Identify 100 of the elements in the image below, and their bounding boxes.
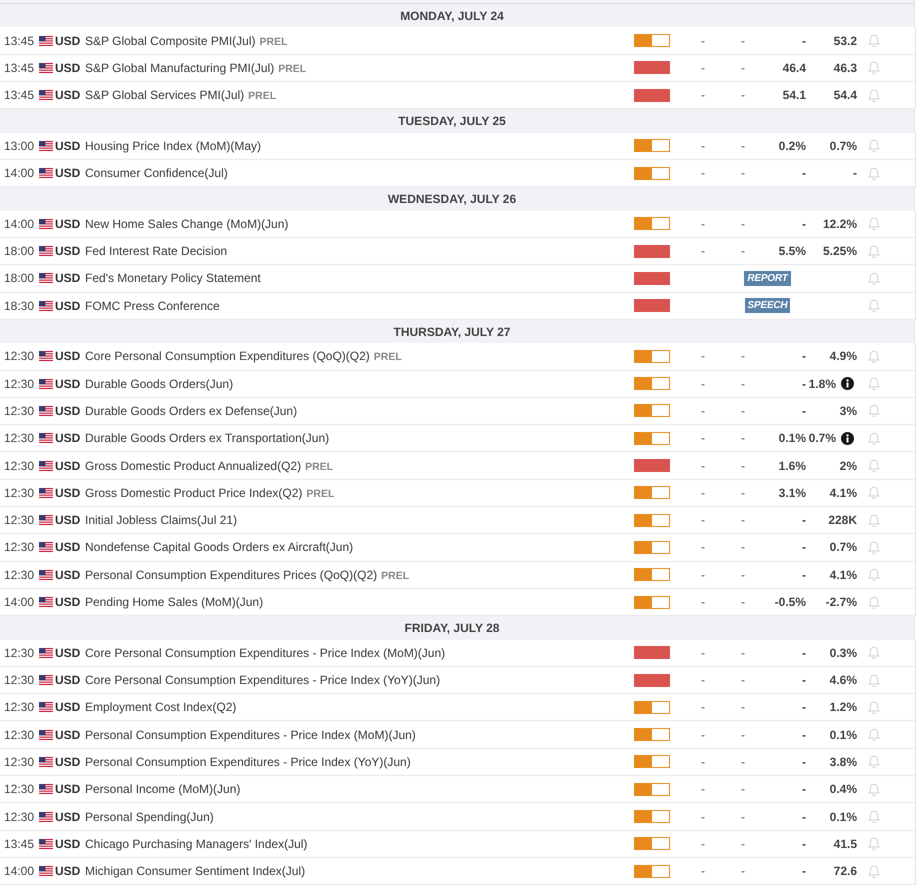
currency-label: USD bbox=[55, 864, 82, 878]
currency-label: USD bbox=[55, 754, 82, 769]
value-cell-text: - bbox=[700, 728, 706, 742]
flag-icon bbox=[39, 866, 53, 876]
event-title[interactable]: Michigan Consumer Sentiment Index(Jul) bbox=[85, 864, 306, 878]
event-title[interactable]: Chicago Purchasing Managers' Index(Jul) bbox=[85, 836, 308, 851]
bell-icon[interactable] bbox=[868, 596, 880, 609]
bell-icon[interactable] bbox=[868, 486, 880, 500]
event-title[interactable]: Fed Interest Rate Decision bbox=[85, 244, 228, 258]
event-title[interactable]: Nondefense Capital Goods Orders ex Aircraft(Jun) bbox=[85, 540, 354, 554]
value-cell: -2.7% bbox=[826, 595, 857, 610]
value-cell: 0.4% bbox=[830, 782, 857, 796]
event-title[interactable]: Durable Goods Orders(Jun) bbox=[85, 376, 234, 391]
value-cell-text: - bbox=[700, 458, 706, 473]
time-label: 12:30 bbox=[4, 754, 36, 769]
bell-icon[interactable] bbox=[868, 674, 880, 687]
time-label: 12:30 bbox=[4, 646, 36, 660]
value-cell: 1.2% bbox=[830, 700, 857, 714]
value-cell-text: - bbox=[700, 513, 706, 528]
bell-icon[interactable] bbox=[868, 837, 880, 850]
value-cell: 0.3% bbox=[830, 646, 857, 660]
event-title[interactable]: Gross Domestic Product Price Index(Q2) bbox=[85, 486, 302, 500]
value-cell-text: 0.2% bbox=[778, 138, 806, 153]
time-label: 12:30 bbox=[4, 540, 36, 554]
bell-icon[interactable] bbox=[868, 404, 880, 418]
event-type-badge: REPORT bbox=[744, 270, 791, 286]
bell-icon[interactable] bbox=[868, 217, 880, 230]
bell-icon[interactable] bbox=[868, 61, 880, 74]
event-title[interactable]: Personal Income (MoM)(Jun) bbox=[85, 782, 240, 796]
event-title[interactable]: S&P Global Composite PMI(Jul) bbox=[85, 34, 256, 48]
bell-icon[interactable] bbox=[868, 139, 880, 152]
time-label: 12:30 bbox=[4, 728, 36, 742]
bell-icon[interactable] bbox=[868, 514, 880, 527]
info-icon[interactable] bbox=[841, 377, 854, 390]
flag-icon bbox=[39, 168, 53, 178]
value-cell-text: - bbox=[740, 376, 746, 391]
event-title[interactable]: Core Personal Consumption Expenditures (QoQ)(Q2) bbox=[85, 349, 370, 364]
bell-icon[interactable] bbox=[868, 350, 880, 363]
currency-label: USD bbox=[55, 513, 82, 528]
time-label: 18:00 bbox=[4, 271, 36, 286]
event-title[interactable]: New Home Sales Change (MoM)(Jun) bbox=[85, 216, 288, 231]
time-label: 14:00 bbox=[4, 166, 36, 180]
event-title[interactable]: Fed's Monetary Policy Statement bbox=[85, 271, 261, 286]
value-cell-text: - bbox=[700, 349, 706, 364]
bell-icon[interactable] bbox=[868, 377, 880, 390]
event-title[interactable]: Pending Home Sales (MoM)(Jun) bbox=[85, 595, 264, 610]
event-title[interactable]: Personal Consumption Expenditures - Price Index (MoM)(Jun) bbox=[85, 728, 416, 742]
info-icon[interactable] bbox=[841, 432, 854, 445]
event-title[interactable]: S&P Global Manufacturing PMI(Jul) bbox=[85, 60, 274, 75]
bell-icon[interactable] bbox=[868, 244, 880, 258]
event-title[interactable]: FOMC Press Conference bbox=[85, 298, 220, 313]
currency-label: USD bbox=[55, 700, 82, 714]
event-title[interactable]: Durable Goods Orders ex Transportation(Jun) bbox=[85, 431, 330, 446]
flag-icon bbox=[39, 570, 53, 580]
bell-icon[interactable] bbox=[868, 432, 880, 445]
event-title[interactable]: Gross Domestic Product Annualized(Q2) bbox=[85, 458, 302, 473]
event-title[interactable]: Employment Cost Index(Q2) bbox=[85, 700, 236, 714]
currency-label: USD bbox=[55, 836, 82, 851]
bell-icon[interactable] bbox=[868, 755, 880, 768]
bell-icon[interactable] bbox=[868, 272, 880, 285]
currency-label: USD bbox=[55, 568, 82, 582]
bell-icon[interactable] bbox=[868, 728, 880, 742]
time-label: 14:00 bbox=[4, 595, 36, 610]
flag-icon bbox=[39, 433, 53, 444]
event-title[interactable]: Personal Consumption Expenditures - Price Index (YoY)(Jun) bbox=[85, 754, 411, 769]
bell-icon[interactable] bbox=[868, 810, 880, 824]
value-cell-text: - bbox=[740, 244, 746, 258]
event-title[interactable]: Core Personal Consumption Expenditures - Price Index (YoY)(Jun) bbox=[85, 673, 440, 688]
bell-icon[interactable] bbox=[868, 166, 880, 180]
bell-icon[interactable] bbox=[868, 299, 880, 312]
time-label: 13:45 bbox=[4, 34, 36, 48]
value-cell-text: - bbox=[801, 568, 806, 582]
prel-label: PREL bbox=[278, 62, 306, 75]
flag-icon bbox=[39, 542, 53, 552]
bell-icon[interactable] bbox=[868, 646, 880, 660]
event-title[interactable]: Housing Price Index (MoM)(May) bbox=[85, 138, 262, 153]
bell-icon[interactable] bbox=[868, 568, 880, 582]
event-title[interactable]: S&P Global Services PMI(Jul) bbox=[85, 88, 244, 102]
time-label: 12:30 bbox=[4, 458, 36, 473]
event-title[interactable]: Consumer Confidence(Jul) bbox=[85, 166, 228, 180]
flag-icon bbox=[39, 90, 53, 100]
event-title[interactable]: Personal Spending(Jun) bbox=[85, 810, 214, 824]
bell-icon[interactable] bbox=[868, 540, 880, 554]
bell-icon[interactable] bbox=[868, 459, 880, 472]
event-title[interactable]: Core Personal Consumption Expenditures - Price Index (MoM)(Jun) bbox=[85, 646, 446, 660]
flag-icon bbox=[39, 702, 53, 712]
flag-icon bbox=[39, 838, 53, 849]
value-cell-text: - bbox=[801, 700, 806, 714]
currency-label: USD bbox=[55, 216, 82, 231]
event-title[interactable]: Initial Jobless Claims(Jul 21) bbox=[85, 513, 238, 528]
bell-icon[interactable] bbox=[868, 700, 880, 714]
event-title[interactable]: Personal Consumption Expenditures Prices (QoQ)(Q2) bbox=[85, 568, 378, 582]
bell-icon[interactable] bbox=[868, 34, 880, 48]
value-cell-text: - bbox=[740, 431, 746, 446]
value-cell-text: - bbox=[700, 404, 706, 418]
time-label: 13:45 bbox=[4, 60, 36, 75]
bell-icon[interactable] bbox=[868, 864, 880, 878]
bell-icon[interactable] bbox=[868, 782, 880, 796]
bell-icon[interactable] bbox=[868, 88, 880, 102]
event-title[interactable]: Durable Goods Orders ex Defense(Jun) bbox=[85, 404, 298, 418]
